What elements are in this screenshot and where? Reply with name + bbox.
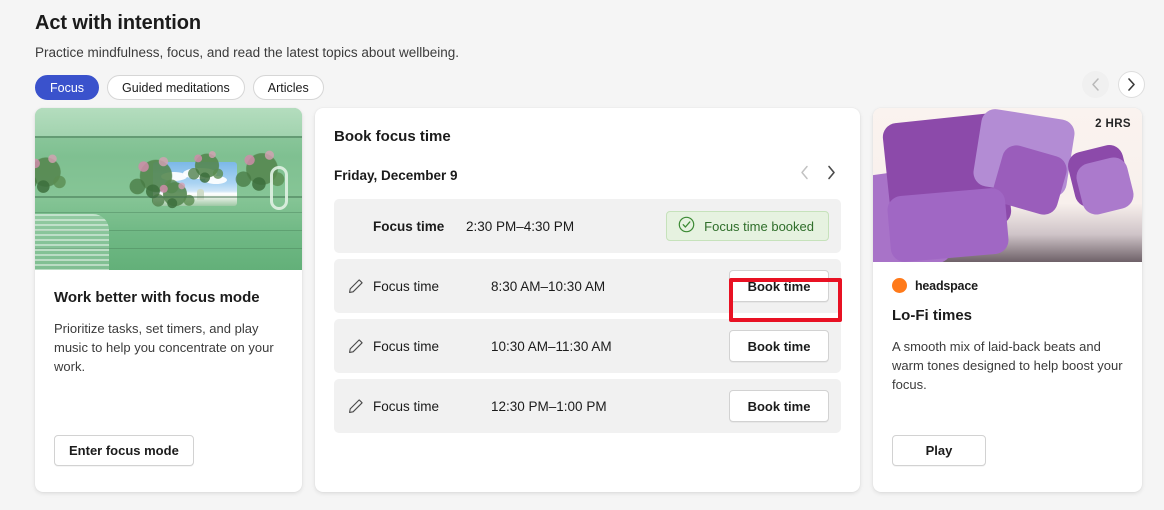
book-time-button[interactable]: Book time [729,330,829,362]
focus-mode-heading: Work better with focus mode [54,289,260,306]
card-book-focus-time: Book focus time Friday, December 9 Focus… [315,108,860,492]
day-navigation [800,165,841,185]
check-circle-icon [678,216,695,236]
status-badge-label: Focus time booked [704,218,814,234]
next-day-button[interactable] [827,165,836,185]
prev-day-button[interactable] [800,165,809,185]
slot-row-booked: Focus time 2:30 PM–4:30 PM Focus time bo… [334,199,841,253]
slot-label: Focus time [373,398,440,414]
headspace-card-body: headspace Lo-Fi times A smooth mix of la… [873,262,1142,394]
selected-date-label: Friday, December 9 [334,167,458,183]
vase-shape [270,166,288,210]
status-badge-booked: Focus time booked [666,211,829,241]
pencil-icon [348,398,364,414]
headspace-body-text: A smooth mix of laid-back beats and warm… [892,339,1123,392]
page-subtitle: Practice mindfulness, focus, and read th… [35,45,459,60]
duration-badge: 2 HRS [1095,118,1131,130]
card-headspace-lofi[interactable]: 2 HRS headspace Lo-Fi times A smooth mix… [873,108,1142,492]
carousel-prev-button[interactable] [1082,71,1109,98]
headspace-logo-icon [892,278,907,293]
slot-time: 2:30 PM–4:30 PM [466,218,575,234]
slot-time: 12:30 PM–1:00 PM [491,398,607,414]
slot-label: Focus time [373,218,445,234]
filter-pill-articles[interactable]: Articles [252,75,324,100]
slot-label: Focus time [373,338,440,354]
headspace-hero-image: 2 HRS [873,108,1142,262]
headspace-brand: headspace [892,278,1123,293]
date-row: Friday, December 9 [334,165,841,185]
play-button[interactable]: Play [892,435,986,466]
headspace-brand-label: headspace [915,278,978,293]
focus-mode-card-body: Work better with focus mode Prioritize t… [35,270,302,376]
slot-row-1230: Focus time 12:30 PM–1:00 PM Book time [334,379,841,433]
focus-time-slot-list: Focus time 2:30 PM–4:30 PM Focus time bo… [334,199,841,433]
filter-pill-guided-meditations[interactable]: Guided meditations [107,75,245,100]
carousel-navigation [1082,71,1145,98]
focus-mode-hero-image [35,108,302,270]
book-focus-time-title: Book focus time [334,128,451,145]
slot-time: 10:30 AM–11:30 AM [491,338,612,354]
chevron-left-icon [1091,78,1100,91]
book-time-button[interactable]: Book time [729,270,829,302]
pencil-icon [348,338,364,354]
slot-time: 8:30 AM–10:30 AM [491,278,606,294]
slot-row-0830: Focus time 8:30 AM–10:30 AM Book time [334,259,841,313]
wellbeing-page: Act with intention Practice mindfulness,… [0,0,1164,510]
enter-focus-mode-button[interactable]: Enter focus mode [54,435,194,466]
slot-label: Focus time [373,278,440,294]
headspace-heading: Lo-Fi times [892,307,973,324]
card-focus-mode[interactable]: Work better with focus mode Prioritize t… [35,108,302,492]
page-title: Act with intention [35,12,201,34]
focus-mode-body-text: Prioritize tasks, set timers, and play m… [54,321,274,374]
filter-pill-row: Focus Guided meditations Articles [35,75,1144,100]
book-time-button[interactable]: Book time [729,390,829,422]
pencil-icon [348,278,364,294]
filter-pill-focus[interactable]: Focus [35,75,100,100]
carousel-next-button[interactable] [1118,71,1145,98]
slot-row-1030: Focus time 10:30 AM–11:30 AM Book time [334,319,841,373]
chevron-right-icon [1127,78,1136,91]
page-header: Act with intention Practice mindfulness,… [35,10,1144,100]
